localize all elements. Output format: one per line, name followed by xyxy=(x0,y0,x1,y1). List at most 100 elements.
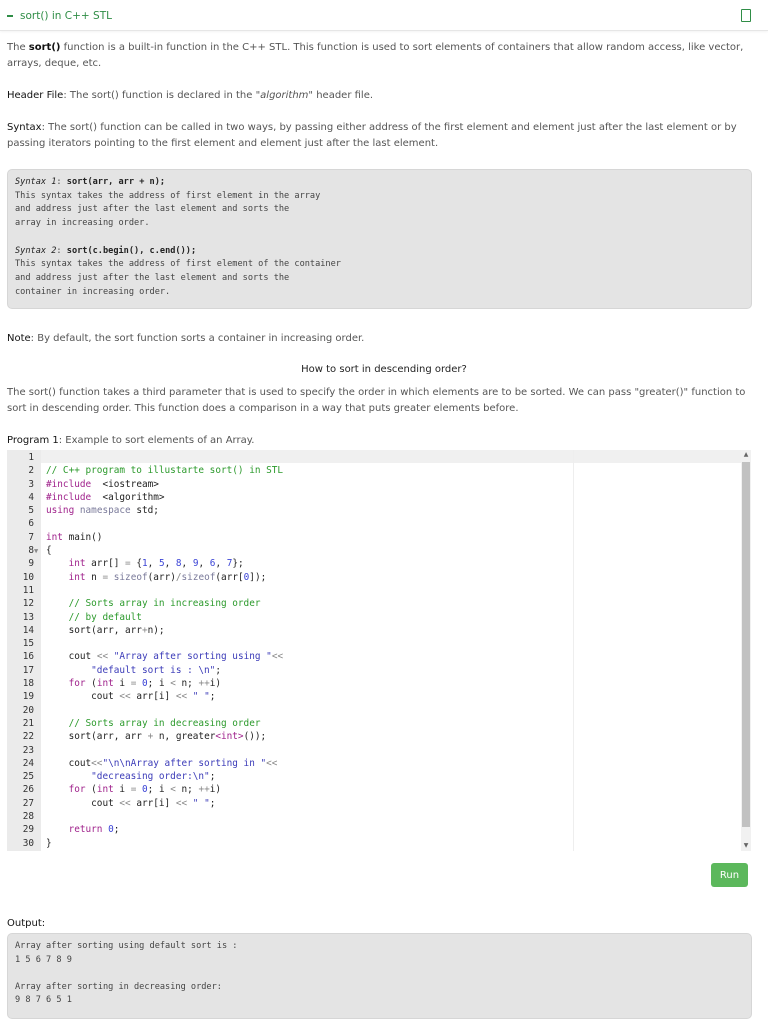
code-token: " " xyxy=(192,691,210,703)
code-token: , xyxy=(198,558,210,570)
code-line[interactable]: 16 cout << "Array after sorting using "<… xyxy=(7,650,741,663)
code-token: n; xyxy=(175,678,199,690)
line-number: 12 xyxy=(22,598,34,610)
header-file-paragraph: Header File: The sort() function is decl… xyxy=(7,90,374,101)
code-line[interactable]: 23 xyxy=(7,744,741,757)
code-token: "decreasing order:\n" xyxy=(91,771,210,783)
code-line[interactable]: 1 xyxy=(7,451,741,464)
line-number: 14 xyxy=(22,624,34,636)
scroll-up-icon[interactable]: ▲ xyxy=(741,451,751,458)
code-line[interactable]: 29 return 0; xyxy=(7,823,741,836)
code-line[interactable]: 19 cout << arr[i] << " "; xyxy=(7,690,741,703)
code-token: // Sorts array in increasing order xyxy=(68,598,261,610)
line-number: 24 xyxy=(22,757,34,769)
output-box: Array after sorting using default sort i… xyxy=(7,933,752,1019)
code-line[interactable]: 5 using namespace std; xyxy=(7,504,741,517)
code-token: ++ xyxy=(198,784,210,796)
code-line[interactable]: 30} xyxy=(7,837,741,850)
code-line[interactable]: 17 "default sort is : \n"; xyxy=(7,664,741,677)
code-editor[interactable]: 1 2// C++ program to illustarte sort() in… xyxy=(7,450,751,851)
code-token: int xyxy=(68,571,86,583)
output-label: Output: xyxy=(7,918,46,929)
line-number: 6 xyxy=(28,518,34,530)
code-token: "default sort is : \n" xyxy=(91,664,216,676)
code-token: i xyxy=(113,678,131,690)
article-title[interactable]: sort() in C++ STL xyxy=(20,10,112,22)
line-number: 28 xyxy=(22,811,34,823)
code-line[interactable]: 4 #include <algorithm> xyxy=(7,491,741,504)
code-line[interactable]: 15 xyxy=(7,637,741,650)
fold-arrow-icon[interactable]: ▼ xyxy=(34,545,46,558)
code-token: ()); xyxy=(243,731,267,743)
code-token: cout xyxy=(46,797,120,809)
code-line[interactable]: 11 xyxy=(7,584,741,597)
code-token: using xyxy=(46,505,75,517)
code-token: , xyxy=(215,558,227,570)
code-line[interactable]: 25 "decreasing order:\n"; xyxy=(7,770,741,783)
code-token: n); xyxy=(147,624,165,636)
line-number: 4 xyxy=(28,491,34,503)
line-number: 2 xyxy=(28,465,34,477)
code-token: sizeof xyxy=(113,571,148,583)
collapse-icon[interactable] xyxy=(7,15,13,17)
line-number: 27 xyxy=(22,797,34,809)
run-button[interactable]: Run xyxy=(711,863,748,887)
code-token: n xyxy=(85,571,103,583)
code-line[interactable]: 26 for (int i = 0; i < n; ++i) xyxy=(7,783,741,796)
line-number: 17 xyxy=(22,664,34,676)
code-line[interactable]: 9 int arr[] = {1, 5, 8, 9, 6, 7}; xyxy=(7,557,741,570)
code-line[interactable]: 2 // C++ program to illustarte sort() in … xyxy=(7,464,741,477)
code-line[interactable]: 28 xyxy=(7,810,741,823)
code-line[interactable]: 6 xyxy=(7,517,741,530)
code-token: #include xyxy=(46,491,92,503)
code-token: , xyxy=(164,558,176,570)
line-number: 15 xyxy=(22,638,34,650)
line-number: 22 xyxy=(22,731,34,743)
code-token: ; xyxy=(215,664,221,676)
code-token: arr[] xyxy=(85,558,126,570)
code-token: <int> xyxy=(215,731,244,743)
code-line[interactable]: 7 int main() xyxy=(7,531,741,544)
code-token: (arr) xyxy=(147,571,176,583)
description-paragraph: The sort() function takes a third parame… xyxy=(7,387,746,414)
code-line[interactable]: 13 // by default xyxy=(7,611,741,624)
code-token: ; xyxy=(209,771,216,783)
line-number: 13 xyxy=(22,611,34,623)
code-line[interactable]: 18 for (int i = 0; i < n; ++i) xyxy=(7,677,741,690)
intro-paragraph: The sort() function is a built-in functi… xyxy=(7,42,744,69)
code-token: ; xyxy=(209,691,216,703)
scrollbar-thumb[interactable] xyxy=(742,462,750,827)
code-line[interactable]: 27 cout << arr[i] << " "; xyxy=(7,797,741,810)
code-line[interactable]: 14 sort(arr, arr+n); xyxy=(7,624,741,637)
code-line[interactable]: 24 cout<<"\n\nArray after sorting in "<< xyxy=(7,757,741,770)
code-line[interactable]: 20 xyxy=(7,704,741,717)
code-line[interactable]: 22 sort(arr, arr + n, greater<int>()); xyxy=(7,730,741,743)
code-token: std; xyxy=(130,505,159,517)
code-token: n; xyxy=(175,784,199,796)
scroll-down-icon[interactable]: ▼ xyxy=(741,842,751,849)
line-number: 26 xyxy=(22,784,34,796)
code-token: return xyxy=(68,824,103,836)
code-token: sort(arr, arr xyxy=(46,624,142,636)
code-line[interactable]: 10 int n = sizeof(arr)/sizeof(arr[0]); xyxy=(7,571,741,584)
code-lines[interactable]: 1 2// C++ program to illustarte sort() in… xyxy=(7,451,741,850)
code-token: << xyxy=(175,691,188,703)
code-token: i) xyxy=(209,784,222,796)
line-number: 16 xyxy=(22,651,34,663)
document-icon[interactable] xyxy=(741,9,751,22)
editor-scrollbar[interactable]: ▲ ▼ xyxy=(741,450,751,851)
syntax-paragraph: Syntax: The sort() function can be calle… xyxy=(7,122,737,149)
code-token: , xyxy=(147,558,159,570)
code-line[interactable]: 12 // Sorts array in increasing order xyxy=(7,597,741,610)
code-token: << xyxy=(91,757,103,769)
code-line[interactable]: 8▼{ xyxy=(7,544,741,557)
code-line[interactable]: 21 // Sorts array in decreasing order xyxy=(7,717,741,730)
code-line[interactable]: 3 #include <iostream> xyxy=(7,478,741,491)
